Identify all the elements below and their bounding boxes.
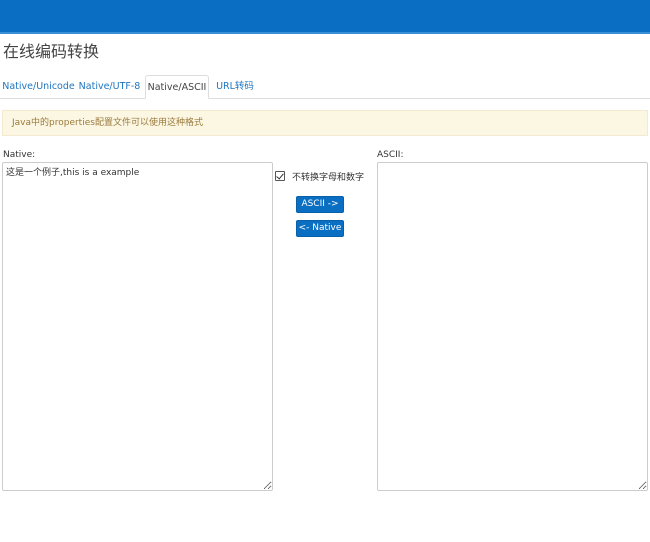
tab-url-encode[interactable]: URL转码: [211, 75, 259, 98]
to-native-button[interactable]: <- Native: [296, 220, 344, 237]
tab-bar: Native/Unicode Native/UTF-8 Native/ASCII…: [0, 75, 650, 99]
tab-native-unicode[interactable]: Native/Unicode: [2, 75, 75, 98]
to-ascii-button[interactable]: ASCII ->: [296, 196, 344, 213]
ascii-textarea[interactable]: [377, 162, 648, 491]
tab-native-ascii[interactable]: Native/ASCII: [145, 75, 209, 99]
top-navbar: [0, 0, 650, 32]
page-title: 在线编码转换: [3, 42, 100, 61]
keep-alnum-option[interactable]: 不转换字母和数字: [275, 169, 364, 183]
info-alert: Java中的properties配置文件可以使用这种格式: [2, 110, 648, 136]
native-textarea[interactable]: 这是一个例子,this is a example: [2, 162, 273, 491]
tab-native-utf8[interactable]: Native/UTF-8: [76, 75, 143, 98]
alert-text: Java中的properties配置文件可以使用这种格式: [12, 118, 203, 128]
navbar-divider: [0, 32, 650, 34]
native-label: Native:: [3, 150, 36, 160]
keep-alnum-checkbox[interactable]: [275, 171, 285, 181]
ascii-label: ASCII:: [377, 150, 404, 160]
keep-alnum-label: 不转换字母和数字: [292, 172, 365, 183]
